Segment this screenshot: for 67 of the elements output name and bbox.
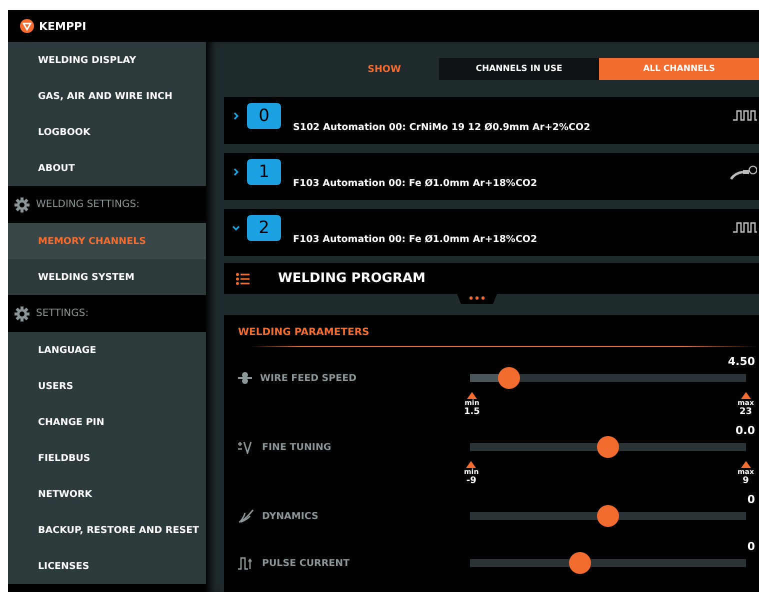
channel-name: S102 Automation 00: CrNiMo 19 12 Ø0.9mm Ar+2%CO2: [293, 122, 590, 133]
max-marker-icon: [740, 392, 751, 399]
channel-card[interactable]: 0 S102 Automation 00: CrNiMo 19 12 Ø0.9mm Ar+2%CO2: [224, 97, 759, 144]
slider[interactable]: [470, 505, 746, 527]
slider-thumb[interactable]: [498, 367, 520, 389]
parameter-value: 0: [747, 493, 755, 506]
sidebar-item[interactable]: NETWORK: [8, 476, 206, 512]
brand-name: KEMPPI: [39, 20, 86, 32]
min-marker-icon: [466, 392, 477, 399]
sidebar-item[interactable]: USERS: [8, 368, 206, 404]
sidebar-item[interactable]: ABOUT: [8, 150, 206, 186]
max-value: 23: [739, 407, 752, 417]
section-title: WELDING SETTINGS:: [36, 199, 140, 210]
parameter-label: WIRE FEED SPEED: [260, 372, 356, 384]
pulse-wave-icon: [733, 221, 757, 233]
slider-thumb[interactable]: [569, 552, 592, 574]
min-marker-icon: [466, 461, 476, 468]
min-value: 1.5: [464, 407, 480, 417]
wire-spool-icon: [238, 371, 252, 385]
channel-name: F103 Automation 00: Fe Ø1.0mm Ar+18%CO2: [293, 234, 538, 245]
parameter-label: PULSE CURRENT: [262, 558, 350, 568]
channel-number: 0: [247, 102, 281, 128]
sidebar-item[interactable]: GAS, AIR AND WIRE INCH: [8, 78, 206, 114]
spark-icon: [238, 509, 254, 523]
panel-title: WELDING PARAMETERS: [238, 327, 370, 338]
slider[interactable]: [470, 552, 746, 574]
slider[interactable]: [470, 367, 746, 389]
sidebar-item[interactable]: BACKUP, RESTORE AND RESET: [8, 512, 206, 548]
parameter-value: 0: [747, 540, 755, 553]
pulse-wave-icon: [733, 109, 757, 121]
chevron-down-icon[interactable]: [232, 224, 240, 232]
channel-card[interactable]: 2 F103 Automation 00: Fe Ø1.0mm Ar+18%CO2: [224, 209, 759, 256]
voltage-icon: [238, 440, 254, 454]
parameter-label: FINE TUNING: [262, 442, 332, 452]
channel-number: 2: [247, 214, 281, 240]
section-title: SETTINGS:: [36, 308, 89, 319]
max-value: 9: [742, 476, 749, 486]
show-label: SHOW: [368, 64, 401, 74]
sidebar-item[interactable]: WELDING SYSTEM: [8, 259, 206, 295]
list-icon: [236, 272, 250, 284]
max-marker-icon: [740, 461, 751, 468]
more-tab-icon[interactable]: [456, 294, 496, 304]
sidebar-item[interactable]: CHANGE PIN: [8, 404, 206, 440]
slider-thumb[interactable]: [597, 505, 619, 527]
sidebar-item[interactable]: LANGUAGE: [8, 332, 206, 368]
channel-name: F103 Automation 00: Fe Ø1.0mm Ar+18%CO2: [293, 178, 538, 189]
program-title: WELDING PROGRAM: [278, 271, 426, 286]
filter-tab[interactable]: CHANNELS IN USE: [439, 58, 599, 80]
min-value: -9: [466, 476, 476, 486]
parameter-value: 0.0: [736, 424, 755, 437]
gear-icon: [14, 306, 30, 322]
slider-thumb[interactable]: [597, 436, 619, 458]
sidebar-item[interactable]: WELDING DISPLAY: [8, 42, 206, 78]
sidebar-item[interactable]: LICENSES: [8, 548, 206, 584]
pulse-icon: [238, 556, 254, 570]
chevron-right-icon[interactable]: [232, 168, 240, 176]
parameter-value: 4.50: [728, 355, 755, 368]
channel-number: 1: [247, 158, 281, 184]
slider[interactable]: [470, 436, 746, 458]
sidebar-item[interactable]: LOGBOOK: [8, 114, 206, 150]
chevron-right-icon[interactable]: [232, 112, 240, 120]
torch-icon: [729, 165, 757, 181]
sidebar-item[interactable]: FIELDBUS: [8, 440, 206, 476]
channel-card[interactable]: 1 F103 Automation 00: Fe Ø1.0mm Ar+18%CO2: [224, 153, 759, 200]
gear-icon: [14, 196, 30, 212]
logo-icon: [20, 19, 34, 33]
parameter-label: DYNAMICS: [262, 510, 318, 522]
